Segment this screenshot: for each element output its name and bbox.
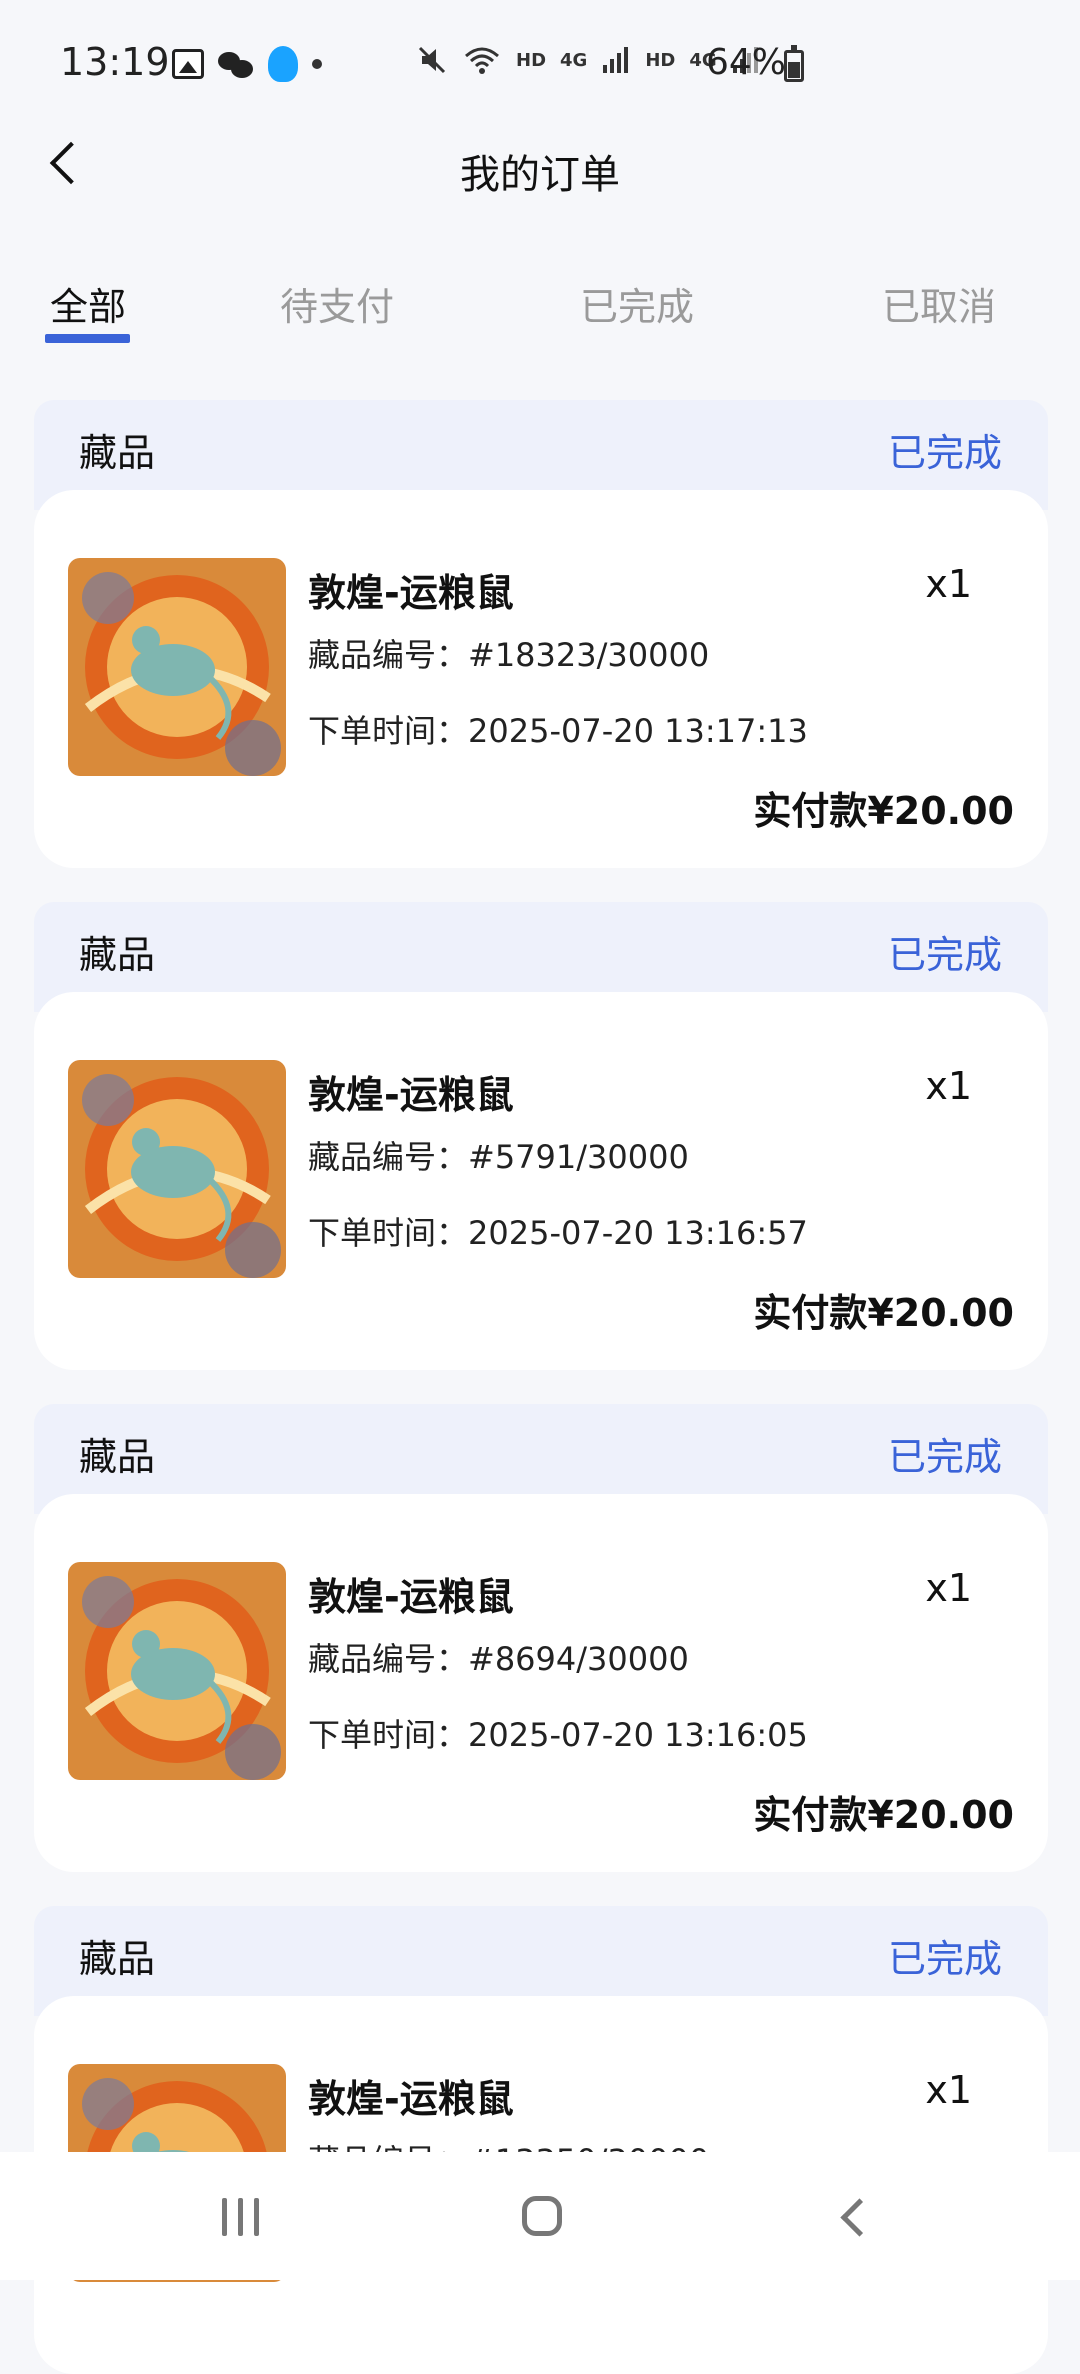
battery-icon [784, 45, 804, 82]
status-time: 13:19 [60, 40, 170, 84]
battery-percent: 64% [706, 42, 787, 83]
order-status: 已完成 [887, 1435, 1002, 1479]
product-serial: 藏品编号：#5791/30000 [308, 1138, 689, 1176]
back-icon[interactable] [832, 2196, 872, 2236]
home-icon[interactable] [522, 2196, 562, 2236]
wechat-icon [218, 50, 254, 78]
status-bar: 13:19 HD 4G HD 4G 64% [0, 0, 1080, 108]
order-type: 藏品 [79, 933, 156, 977]
wifi-icon [465, 47, 499, 74]
order-item[interactable]: 藏品 已完成 敦煌-运粮鼠 x1 藏品编号：#13350/30000 [34, 1906, 1048, 2374]
order-item[interactable]: 藏品 已完成 敦煌-运粮鼠 x1 藏品编号：#8694/30000 下单时间：2… [34, 1404, 1048, 1872]
qq-icon [268, 46, 298, 82]
hd-label-2: HD [645, 49, 676, 71]
product-serial: 藏品编号：#18323/30000 [308, 636, 710, 674]
tab-all[interactable]: 全部 [50, 276, 126, 331]
paid-amount: 实付款¥20.00 [753, 789, 1014, 833]
order-type: 藏品 [79, 1435, 156, 1479]
paid-amount: 实付款¥20.00 [753, 1291, 1014, 1335]
product-quantity: x1 [925, 1064, 972, 1108]
system-nav-bar [0, 2152, 1080, 2280]
active-tab-indicator [45, 334, 130, 343]
product-thumbnail [68, 1060, 286, 1278]
mute-icon [418, 46, 446, 74]
product-name: 敦煌-运粮鼠 [308, 571, 514, 615]
product-name: 敦煌-运粮鼠 [308, 2077, 514, 2121]
signal-icon [603, 47, 629, 73]
product-thumbnail [68, 558, 286, 776]
order-item[interactable]: 藏品 已完成 敦煌-运粮鼠 x1 藏品编号：#18323/30000 下单时间：… [34, 400, 1048, 868]
recent-apps-icon[interactable] [222, 2198, 262, 2236]
order-time: 下单时间：2025-07-20 13:16:57 [308, 1214, 808, 1252]
tab-completed[interactable]: 已完成 [580, 276, 694, 331]
order-type: 藏品 [79, 1937, 156, 1981]
product-quantity: x1 [925, 2068, 972, 2112]
paid-amount: 实付款¥20.00 [753, 1793, 1014, 1837]
product-thumbnail [68, 1562, 286, 1780]
order-time: 下单时间：2025-07-20 13:16:05 [308, 1716, 808, 1754]
order-type: 藏品 [79, 431, 156, 475]
order-status: 已完成 [887, 1937, 1002, 1981]
tab-cancelled[interactable]: 已取消 [882, 276, 996, 331]
order-item[interactable]: 藏品 已完成 敦煌-运粮鼠 x1 藏品编号：#5791/30000 下单时间：2… [34, 902, 1048, 1370]
product-serial: 藏品编号：#8694/30000 [308, 1640, 689, 1678]
product-quantity: x1 [925, 1566, 972, 1610]
order-time: 下单时间：2025-07-20 13:17:13 [308, 712, 808, 750]
tab-pending-payment[interactable]: 待支付 [280, 276, 394, 331]
notification-icons [172, 46, 322, 82]
order-card[interactable]: 敦煌-运粮鼠 x1 藏品编号：#8694/30000 下单时间：2025-07-… [34, 1494, 1048, 1872]
product-name: 敦煌-运粮鼠 [308, 1073, 514, 1117]
4g-label: 4G [560, 49, 588, 71]
app-header: 我的订单 [0, 108, 1080, 228]
product-quantity: x1 [925, 562, 972, 606]
order-card[interactable]: 敦煌-运粮鼠 x1 藏品编号：#18323/30000 下单时间：2025-07… [34, 490, 1048, 868]
gallery-icon [172, 49, 204, 79]
product-name: 敦煌-运粮鼠 [308, 1575, 514, 1619]
hd-label: HD [516, 49, 547, 71]
order-tabs: 全部 待支付 已完成 已取消 [0, 250, 1080, 350]
dot-icon [312, 59, 322, 69]
order-card[interactable]: 敦煌-运粮鼠 x1 藏品编号：#5791/30000 下单时间：2025-07-… [34, 992, 1048, 1370]
order-status: 已完成 [887, 933, 1002, 977]
order-status: 已完成 [887, 431, 1002, 475]
page-title: 我的订单 [460, 152, 620, 198]
